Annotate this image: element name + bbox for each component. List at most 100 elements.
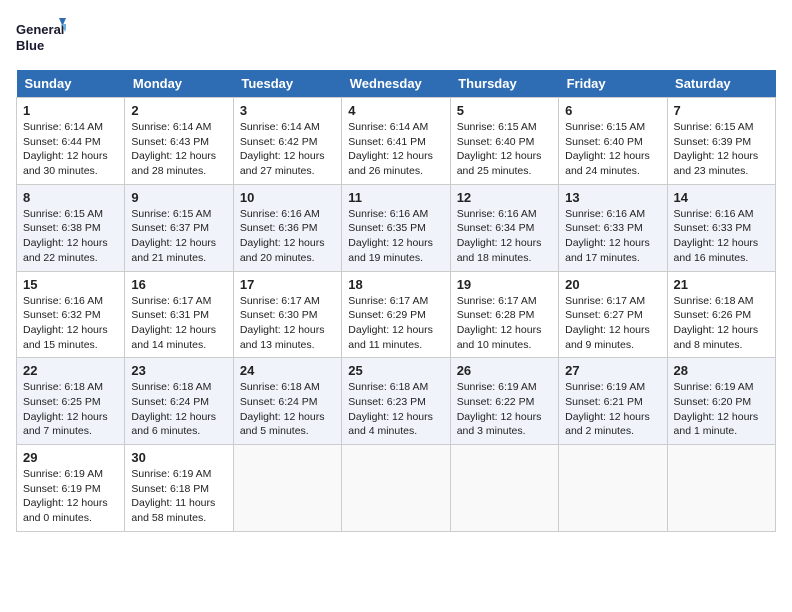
- svg-text:General: General: [16, 22, 64, 37]
- day-info: Sunrise: 6:14 AM Sunset: 6:42 PM Dayligh…: [240, 120, 335, 179]
- calendar-cell: 9 Sunrise: 6:15 AM Sunset: 6:37 PM Dayli…: [125, 184, 233, 271]
- day-number: 11: [348, 190, 443, 205]
- day-info: Sunrise: 6:15 AM Sunset: 6:40 PM Dayligh…: [457, 120, 552, 179]
- day-number: 8: [23, 190, 118, 205]
- calendar-cell: 7 Sunrise: 6:15 AM Sunset: 6:39 PM Dayli…: [667, 98, 775, 185]
- calendar-cell: 6 Sunrise: 6:15 AM Sunset: 6:40 PM Dayli…: [559, 98, 667, 185]
- day-number: 2: [131, 103, 226, 118]
- day-number: 20: [565, 277, 660, 292]
- day-number: 25: [348, 363, 443, 378]
- day-of-week-header: Friday: [559, 70, 667, 98]
- day-number: 12: [457, 190, 552, 205]
- day-number: 9: [131, 190, 226, 205]
- day-number: 3: [240, 103, 335, 118]
- calendar-header-row: SundayMondayTuesdayWednesdayThursdayFrid…: [17, 70, 776, 98]
- day-number: 19: [457, 277, 552, 292]
- day-info: Sunrise: 6:16 AM Sunset: 6:34 PM Dayligh…: [457, 207, 552, 266]
- calendar-cell: 12 Sunrise: 6:16 AM Sunset: 6:34 PM Dayl…: [450, 184, 558, 271]
- calendar-cell: 26 Sunrise: 6:19 AM Sunset: 6:22 PM Dayl…: [450, 358, 558, 445]
- calendar-cell: 17 Sunrise: 6:17 AM Sunset: 6:30 PM Dayl…: [233, 271, 341, 358]
- calendar-cell: [450, 445, 558, 532]
- day-number: 21: [674, 277, 769, 292]
- day-info: Sunrise: 6:19 AM Sunset: 6:20 PM Dayligh…: [674, 380, 769, 439]
- day-number: 4: [348, 103, 443, 118]
- day-number: 22: [23, 363, 118, 378]
- calendar-cell: 3 Sunrise: 6:14 AM Sunset: 6:42 PM Dayli…: [233, 98, 341, 185]
- day-info: Sunrise: 6:17 AM Sunset: 6:28 PM Dayligh…: [457, 294, 552, 353]
- calendar-week-row: 22 Sunrise: 6:18 AM Sunset: 6:25 PM Dayl…: [17, 358, 776, 445]
- day-number: 26: [457, 363, 552, 378]
- logo: General Blue: [16, 16, 66, 60]
- calendar-cell: 15 Sunrise: 6:16 AM Sunset: 6:32 PM Dayl…: [17, 271, 125, 358]
- day-number: 18: [348, 277, 443, 292]
- calendar-table: SundayMondayTuesdayWednesdayThursdayFrid…: [16, 70, 776, 532]
- calendar-cell: 24 Sunrise: 6:18 AM Sunset: 6:24 PM Dayl…: [233, 358, 341, 445]
- calendar-week-row: 1 Sunrise: 6:14 AM Sunset: 6:44 PM Dayli…: [17, 98, 776, 185]
- calendar-cell: [342, 445, 450, 532]
- day-info: Sunrise: 6:15 AM Sunset: 6:38 PM Dayligh…: [23, 207, 118, 266]
- calendar-cell: 22 Sunrise: 6:18 AM Sunset: 6:25 PM Dayl…: [17, 358, 125, 445]
- calendar-cell: 20 Sunrise: 6:17 AM Sunset: 6:27 PM Dayl…: [559, 271, 667, 358]
- calendar-cell: 8 Sunrise: 6:15 AM Sunset: 6:38 PM Dayli…: [17, 184, 125, 271]
- calendar-cell: 13 Sunrise: 6:16 AM Sunset: 6:33 PM Dayl…: [559, 184, 667, 271]
- day-info: Sunrise: 6:15 AM Sunset: 6:40 PM Dayligh…: [565, 120, 660, 179]
- day-info: Sunrise: 6:15 AM Sunset: 6:39 PM Dayligh…: [674, 120, 769, 179]
- day-info: Sunrise: 6:17 AM Sunset: 6:29 PM Dayligh…: [348, 294, 443, 353]
- day-number: 1: [23, 103, 118, 118]
- day-number: 10: [240, 190, 335, 205]
- calendar-cell: 16 Sunrise: 6:17 AM Sunset: 6:31 PM Dayl…: [125, 271, 233, 358]
- day-info: Sunrise: 6:16 AM Sunset: 6:33 PM Dayligh…: [674, 207, 769, 266]
- svg-text:Blue: Blue: [16, 38, 44, 53]
- day-of-week-header: Thursday: [450, 70, 558, 98]
- day-info: Sunrise: 6:19 AM Sunset: 6:18 PM Dayligh…: [131, 467, 226, 526]
- day-info: Sunrise: 6:19 AM Sunset: 6:19 PM Dayligh…: [23, 467, 118, 526]
- day-info: Sunrise: 6:18 AM Sunset: 6:24 PM Dayligh…: [240, 380, 335, 439]
- calendar-week-row: 8 Sunrise: 6:15 AM Sunset: 6:38 PM Dayli…: [17, 184, 776, 271]
- calendar-cell: 28 Sunrise: 6:19 AM Sunset: 6:20 PM Dayl…: [667, 358, 775, 445]
- day-of-week-header: Saturday: [667, 70, 775, 98]
- day-number: 14: [674, 190, 769, 205]
- header: General Blue: [16, 16, 776, 60]
- day-info: Sunrise: 6:16 AM Sunset: 6:36 PM Dayligh…: [240, 207, 335, 266]
- calendar-cell: 23 Sunrise: 6:18 AM Sunset: 6:24 PM Dayl…: [125, 358, 233, 445]
- day-info: Sunrise: 6:17 AM Sunset: 6:30 PM Dayligh…: [240, 294, 335, 353]
- calendar-week-row: 15 Sunrise: 6:16 AM Sunset: 6:32 PM Dayl…: [17, 271, 776, 358]
- logo-icon: General Blue: [16, 16, 66, 60]
- calendar-cell: 10 Sunrise: 6:16 AM Sunset: 6:36 PM Dayl…: [233, 184, 341, 271]
- day-info: Sunrise: 6:18 AM Sunset: 6:26 PM Dayligh…: [674, 294, 769, 353]
- day-number: 28: [674, 363, 769, 378]
- calendar-cell: 30 Sunrise: 6:19 AM Sunset: 6:18 PM Dayl…: [125, 445, 233, 532]
- day-info: Sunrise: 6:14 AM Sunset: 6:43 PM Dayligh…: [131, 120, 226, 179]
- calendar-cell: 5 Sunrise: 6:15 AM Sunset: 6:40 PM Dayli…: [450, 98, 558, 185]
- day-of-week-header: Wednesday: [342, 70, 450, 98]
- day-info: Sunrise: 6:14 AM Sunset: 6:44 PM Dayligh…: [23, 120, 118, 179]
- day-number: 16: [131, 277, 226, 292]
- day-number: 15: [23, 277, 118, 292]
- calendar-cell: 4 Sunrise: 6:14 AM Sunset: 6:41 PM Dayli…: [342, 98, 450, 185]
- day-number: 6: [565, 103, 660, 118]
- calendar-cell: [667, 445, 775, 532]
- calendar-week-row: 29 Sunrise: 6:19 AM Sunset: 6:19 PM Dayl…: [17, 445, 776, 532]
- day-info: Sunrise: 6:18 AM Sunset: 6:23 PM Dayligh…: [348, 380, 443, 439]
- calendar-cell: 25 Sunrise: 6:18 AM Sunset: 6:23 PM Dayl…: [342, 358, 450, 445]
- calendar-cell: 27 Sunrise: 6:19 AM Sunset: 6:21 PM Dayl…: [559, 358, 667, 445]
- day-info: Sunrise: 6:18 AM Sunset: 6:25 PM Dayligh…: [23, 380, 118, 439]
- day-info: Sunrise: 6:17 AM Sunset: 6:27 PM Dayligh…: [565, 294, 660, 353]
- day-info: Sunrise: 6:16 AM Sunset: 6:35 PM Dayligh…: [348, 207, 443, 266]
- day-of-week-header: Sunday: [17, 70, 125, 98]
- day-info: Sunrise: 6:18 AM Sunset: 6:24 PM Dayligh…: [131, 380, 226, 439]
- calendar-cell: 21 Sunrise: 6:18 AM Sunset: 6:26 PM Dayl…: [667, 271, 775, 358]
- calendar-cell: [233, 445, 341, 532]
- day-number: 23: [131, 363, 226, 378]
- day-info: Sunrise: 6:14 AM Sunset: 6:41 PM Dayligh…: [348, 120, 443, 179]
- day-number: 5: [457, 103, 552, 118]
- day-number: 13: [565, 190, 660, 205]
- calendar-cell: 29 Sunrise: 6:19 AM Sunset: 6:19 PM Dayl…: [17, 445, 125, 532]
- day-number: 30: [131, 450, 226, 465]
- day-number: 7: [674, 103, 769, 118]
- day-number: 24: [240, 363, 335, 378]
- calendar-cell: [559, 445, 667, 532]
- calendar-cell: 11 Sunrise: 6:16 AM Sunset: 6:35 PM Dayl…: [342, 184, 450, 271]
- calendar-cell: 2 Sunrise: 6:14 AM Sunset: 6:43 PM Dayli…: [125, 98, 233, 185]
- day-info: Sunrise: 6:19 AM Sunset: 6:22 PM Dayligh…: [457, 380, 552, 439]
